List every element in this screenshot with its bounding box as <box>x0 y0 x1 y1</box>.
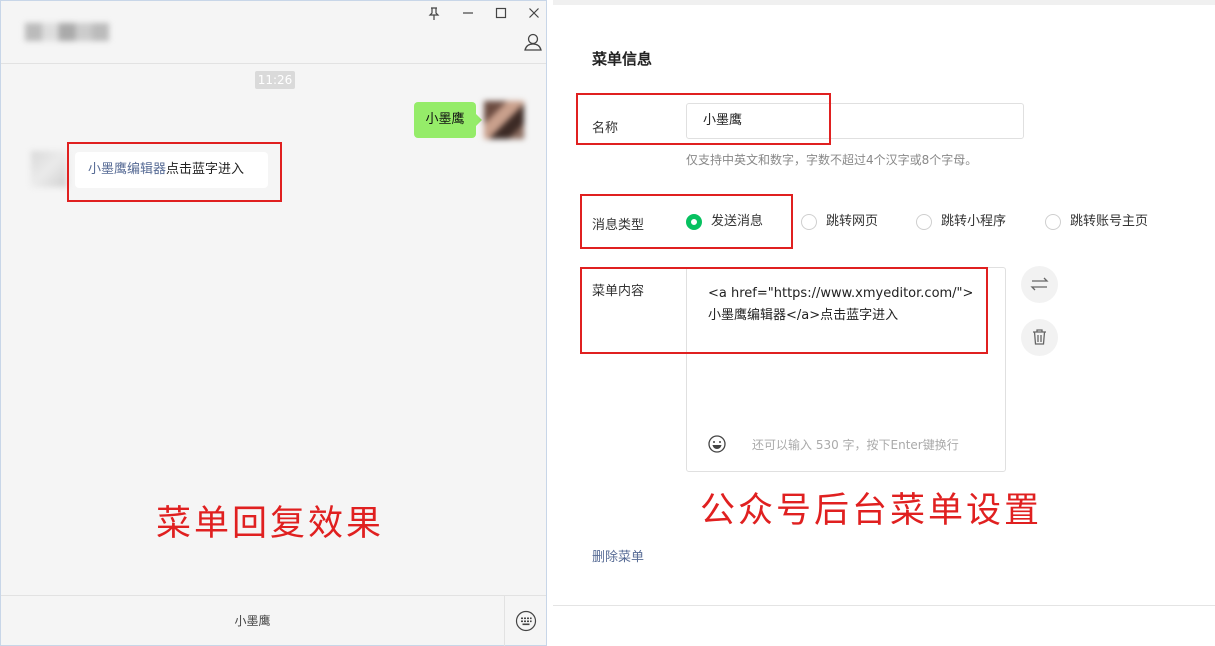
annotation-box-content <box>580 267 988 354</box>
radio-label: 跳转账号主页 <box>1070 214 1149 229</box>
trash-icon <box>1033 329 1046 345</box>
section-title: 菜单信息 <box>592 50 653 68</box>
user-avatar[interactable] <box>484 101 524 139</box>
annotation-box-chat <box>67 142 282 202</box>
close-icon[interactable] <box>526 7 542 23</box>
keyboard-icon[interactable] <box>515 610 537 632</box>
blurred-contact-name <box>25 23 109 41</box>
sent-message-bubble[interactable]: 小墨鹰 <box>414 102 482 138</box>
panel-top-divider <box>553 0 1215 5</box>
swap-button[interactable] <box>1021 266 1058 303</box>
emoji-icon[interactable] <box>707 434 727 454</box>
minimize-icon[interactable] <box>460 7 476 23</box>
maximize-icon[interactable] <box>493 7 509 23</box>
chat-window: 11:26 小墨鹰 小墨鹰编辑器点击蓝字进入 菜单回复效果 小墨鹰 <box>0 0 547 646</box>
footer-menu-item[interactable]: 小墨鹰 <box>1 596 504 646</box>
profile-icon[interactable] <box>523 32 543 52</box>
char-count: 还可以输入 530 字，按下Enter键换行 <box>752 438 959 452</box>
account-avatar[interactable] <box>31 151 67 187</box>
footer-divider <box>504 596 505 646</box>
swap-icon <box>1030 277 1049 291</box>
chat-header <box>1 1 546 64</box>
delete-content-button[interactable] <box>1021 319 1058 356</box>
pin-icon[interactable] <box>426 7 442 23</box>
radio-label: 跳转网页 <box>826 214 879 229</box>
panel-bottom-divider <box>553 605 1215 606</box>
radio-dot[interactable] <box>1045 214 1061 230</box>
annotation-box-name <box>576 93 831 145</box>
name-hint: 仅支持中英文和数字，字数不超过4个汉字或8个字母。 <box>686 153 978 167</box>
annotation-caption-chat: 菜单回复效果 <box>156 504 385 544</box>
radio-label: 跳转小程序 <box>941 214 1007 229</box>
radio-dot[interactable] <box>801 214 817 230</box>
annotation-box-type <box>580 194 793 249</box>
time-stamp: 11:26 <box>255 71 295 89</box>
annotation-caption-admin: 公众号后台菜单设置 <box>700 491 1043 531</box>
delete-menu-link[interactable]: 删除菜单 <box>592 546 644 565</box>
radio-dot[interactable] <box>916 214 932 230</box>
menu-settings-panel: 菜单信息 名称 小墨鹰 仅支持中英文和数字，字数不超过4个汉字或8个字母。 消息… <box>553 0 1215 646</box>
chat-footer-menu-bar: 小墨鹰 <box>1 595 546 646</box>
